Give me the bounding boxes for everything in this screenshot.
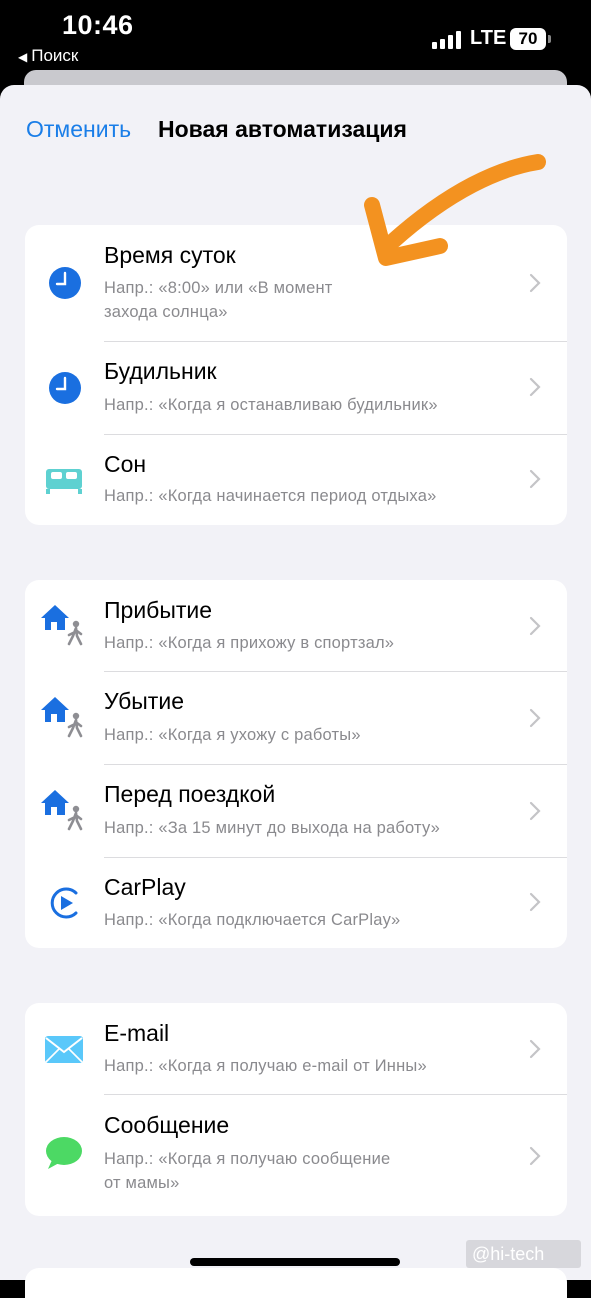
trigger-title: CarPlay <box>104 874 186 900</box>
next-group-card <box>25 1268 567 1298</box>
bed-icon <box>46 469 82 494</box>
message-bubble-icon <box>46 1137 82 1169</box>
watermark: @hi-tech <box>466 1240 581 1268</box>
chevron-right-icon <box>529 708 541 728</box>
trigger-title: Прибытие <box>104 597 213 623</box>
trigger-subtitle: Напр.: «За 15 минут до выхода на работу» <box>104 819 440 837</box>
mail-icon <box>45 1036 83 1063</box>
carplay-icon <box>50 887 78 919</box>
trigger-row-before-commute[interactable]: Перед поездкой Напр.: «За 15 минут до вы… <box>25 765 567 857</box>
annotation-arrow-icon <box>364 154 546 266</box>
trigger-row-leave[interactable]: Убытие Напр.: «Когда я ухожу с работы» <box>25 672 567 764</box>
trigger-row-alarm[interactable]: Будильник Напр.: «Когда я останавливаю б… <box>25 342 567 434</box>
trigger-title: Сон <box>104 451 147 477</box>
trigger-title: E-mail <box>104 1020 170 1046</box>
home-person-icon <box>41 697 83 738</box>
home-indicator[interactable] <box>190 1258 400 1266</box>
trigger-subtitle: Напр.: «Когда подключается CarPlay» <box>104 911 401 929</box>
trigger-row-carplay[interactable]: CarPlay Напр.: «Когда подключается CarPl… <box>25 858 567 948</box>
trigger-row-arrive[interactable]: Прибытие Напр.: «Когда я прихожу в спорт… <box>25 580 567 671</box>
trigger-subtitle: Напр.: «Когда я получаю e-mail от Инны» <box>104 1057 427 1075</box>
trigger-title: Убытие <box>104 688 184 714</box>
location-triggers-group: Прибытие Напр.: «Когда я прихожу в спорт… <box>25 580 567 948</box>
trigger-row-message[interactable]: Сообщение Напр.: «Когда я получаю сообще… <box>25 1095 567 1216</box>
chevron-right-icon <box>529 616 541 636</box>
trigger-subtitle: Напр.: «Когда я прихожу в спортзал» <box>104 634 395 652</box>
trigger-row-sleep[interactable]: Сон Напр.: «Когда начинается период отды… <box>25 435 567 525</box>
communication-triggers-group: E-mail Напр.: «Когда я получаю e-mail от… <box>25 1003 567 1216</box>
chevron-right-icon <box>529 801 541 821</box>
trigger-title: Перед поездкой <box>104 781 276 807</box>
alarm-clock-icon <box>49 372 81 404</box>
chevron-right-icon <box>529 892 541 912</box>
chevron-right-icon <box>529 469 541 489</box>
trigger-subtitle: Напр.: «Когда я останавливаю будильник» <box>104 396 438 414</box>
trigger-title: Сообщение <box>104 1112 230 1138</box>
trigger-subtitle: Напр.: «Когда я получаю сообщение от мам… <box>104 1150 391 1192</box>
chevron-right-icon <box>529 377 541 397</box>
trigger-subtitle: Напр.: «Когда я ухожу с работы» <box>104 726 361 744</box>
trigger-subtitle: Напр.: «Когда начинается период отдыха» <box>104 487 437 505</box>
home-person-icon <box>41 605 83 646</box>
chevron-right-icon <box>529 1146 541 1166</box>
trigger-title: Будильник <box>104 358 217 384</box>
chevron-right-icon <box>529 1039 541 1059</box>
trigger-row-email[interactable]: E-mail Напр.: «Когда я получаю e-mail от… <box>25 1003 567 1094</box>
home-person-icon <box>41 790 83 831</box>
